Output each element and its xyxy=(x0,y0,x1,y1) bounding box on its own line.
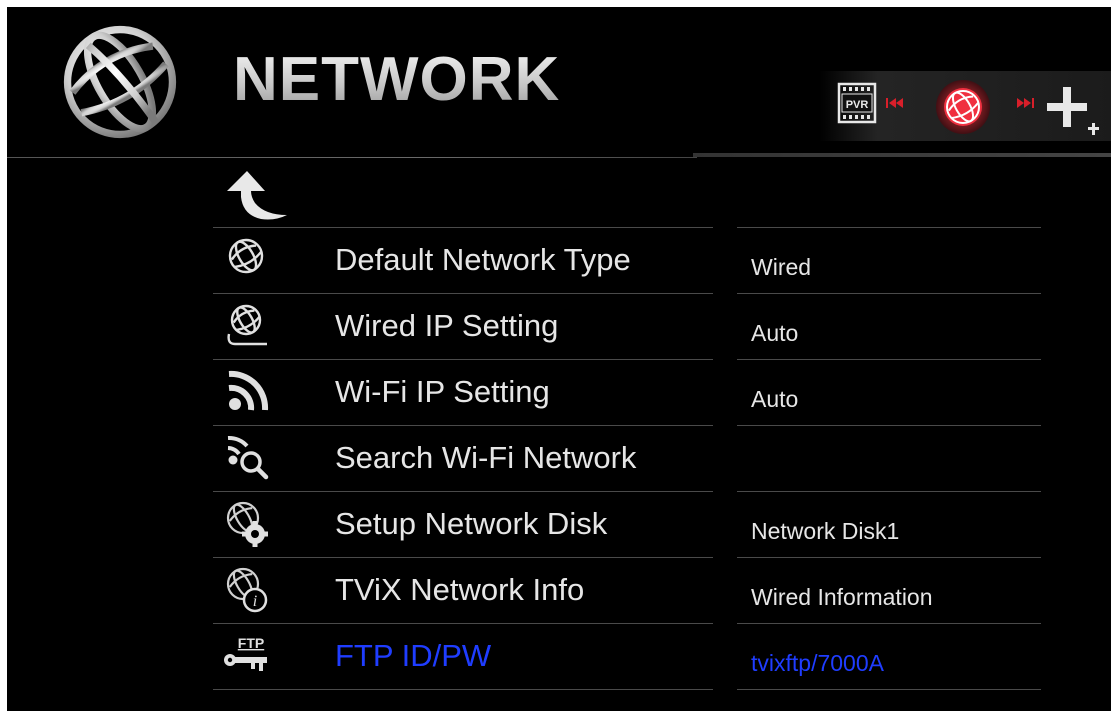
svg-text:FTP: FTP xyxy=(238,635,264,651)
menu-item-ftp-id-pw[interactable]: FTP FTP ID/PW xyxy=(213,623,713,690)
mode-strip: PVR xyxy=(819,71,1111,141)
page-title: NETWORK xyxy=(233,45,561,114)
menu-bottom-divider xyxy=(213,689,713,690)
header-divider-accent xyxy=(693,153,1111,157)
menu-item-value: Wired Information xyxy=(751,584,933,610)
menu-item-tvix-network-info[interactable]: i TViX Network Info xyxy=(213,557,713,624)
menu-item-label: FTP ID/PW xyxy=(335,638,492,673)
menu-item-label: TViX Network Info xyxy=(335,572,585,607)
menu-item-value-row: Network Disk1 xyxy=(737,491,1041,558)
pvr-label: PVR xyxy=(846,99,869,111)
value-bottom-divider xyxy=(737,689,1041,690)
back-arrow-icon[interactable] xyxy=(221,167,293,223)
menu-item-value-row: Wired Information xyxy=(737,557,1041,624)
menu-item-value-row: Wired xyxy=(737,227,1041,294)
menu-item-wired-ip-setting[interactable]: Wired IP Setting xyxy=(213,293,713,360)
menu-item-label: Wired IP Setting xyxy=(335,308,559,343)
previous-icon[interactable] xyxy=(885,97,905,109)
svg-text:i: i xyxy=(253,593,257,610)
menu-item-value: Auto xyxy=(751,386,799,412)
pvr-icon[interactable]: PVR xyxy=(837,81,877,125)
menu-item-label: Setup Network Disk xyxy=(335,506,608,541)
globe-gear-icon xyxy=(226,501,268,547)
wired-globe-icon xyxy=(227,304,267,346)
menu-item-search-wifi-network[interactable]: Search Wi-Fi Network xyxy=(213,425,713,492)
menu-item-value-row: Auto xyxy=(737,359,1041,426)
header-divider xyxy=(7,157,697,158)
menu-item-wifi-ip-setting[interactable]: Wi-Fi IP Setting xyxy=(213,359,713,426)
menu-item-value-row: tvixftp/7000A xyxy=(737,623,1041,690)
menu-item-value-row xyxy=(737,425,1041,492)
plus-icon[interactable] xyxy=(1045,81,1107,137)
next-icon[interactable] xyxy=(1015,97,1035,109)
wifi-icon xyxy=(228,370,269,411)
ftp-key-icon: FTP xyxy=(224,635,267,671)
menu-item-label: Search Wi-Fi Network xyxy=(335,440,637,475)
menu-item-default-network-type[interactable]: Default Network Type xyxy=(213,227,713,294)
globe-icon xyxy=(228,238,264,274)
network-globe-icon[interactable] xyxy=(935,79,991,135)
menu-item-label: Default Network Type xyxy=(335,242,631,277)
wifi-search-icon xyxy=(227,435,269,480)
globe-icon xyxy=(63,25,177,139)
menu-item-value-row: Auto xyxy=(737,293,1041,360)
menu-item-value: Wired xyxy=(751,254,812,280)
network-settings-screen: NETWORK PVR Default Network Type Wired W… xyxy=(7,7,1111,711)
globe-info-icon: i xyxy=(226,567,268,613)
menu-item-setup-network-disk[interactable]: Setup Network Disk xyxy=(213,491,713,558)
menu-item-value: Auto xyxy=(751,320,799,346)
menu-item-value: tvixftp/7000A xyxy=(751,650,884,676)
menu-item-label: Wi-Fi IP Setting xyxy=(335,374,550,409)
menu-item-value: Network Disk1 xyxy=(751,518,900,544)
